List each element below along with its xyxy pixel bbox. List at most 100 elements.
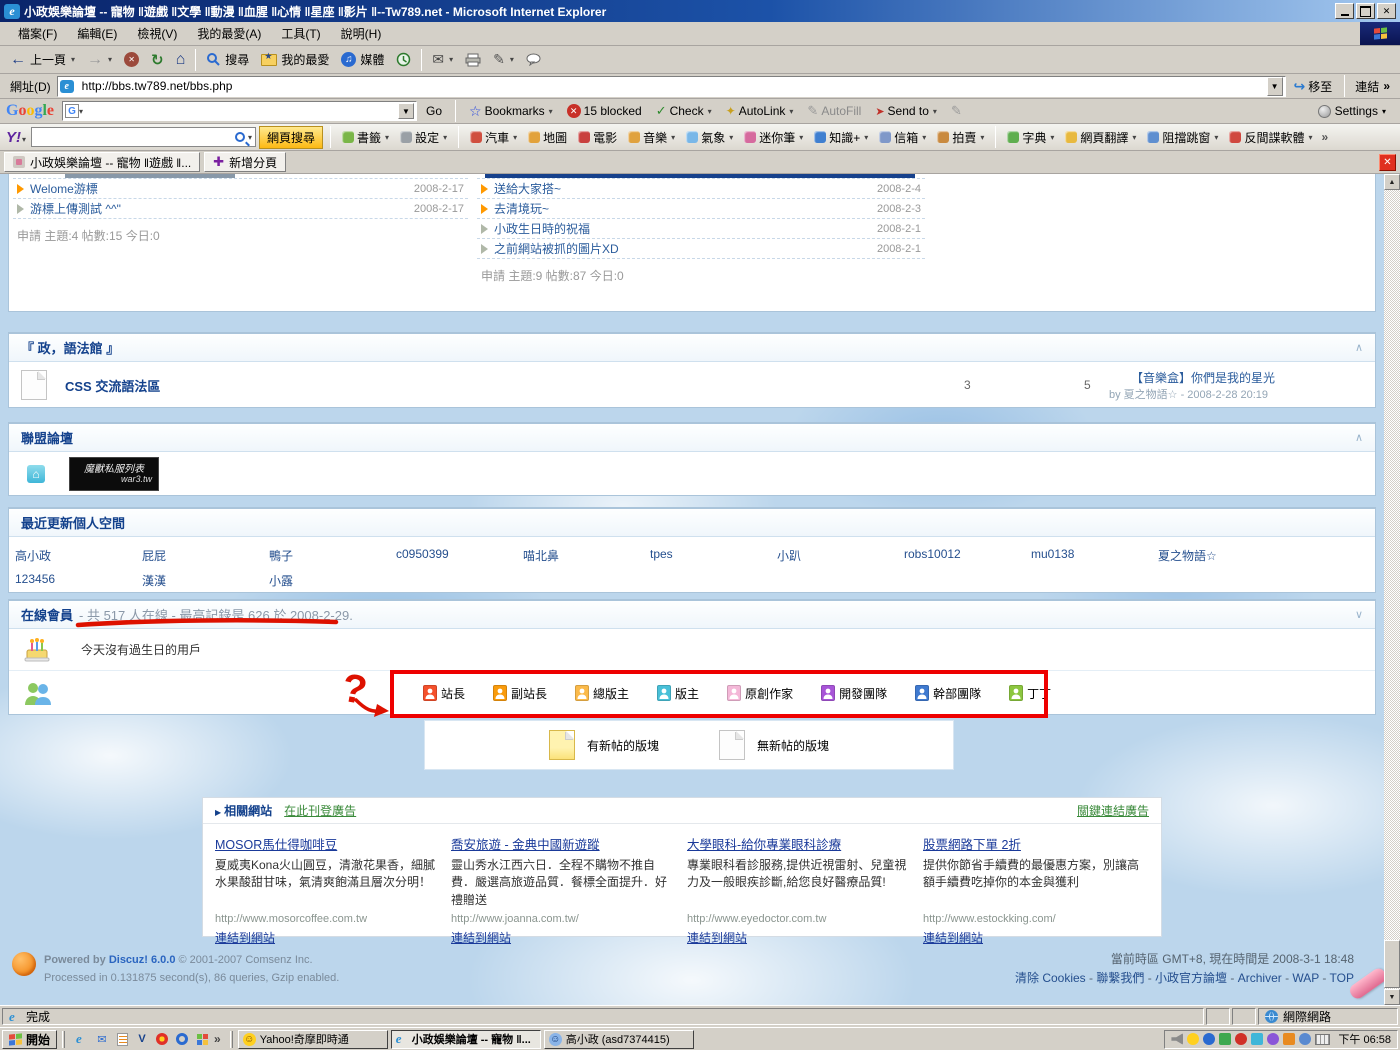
forward-button[interactable]	[81, 47, 118, 72]
space-user-link[interactable]: tpes	[650, 547, 777, 564]
start-button[interactable]: 開始	[2, 1030, 57, 1049]
google-settings-button[interactable]: Settings▾	[1318, 104, 1394, 118]
taskbar-task-messenger[interactable]: Yahoo!奇摩即時通	[238, 1030, 388, 1049]
official-forum-link[interactable]: 小政官方論壇	[1155, 971, 1227, 985]
yahoo-logo[interactable]: Y!	[6, 129, 26, 146]
search-button[interactable]: 搜尋	[200, 47, 255, 72]
yahoo-more-button[interactable]: »	[1321, 130, 1328, 144]
google-go-button[interactable]: Go	[421, 103, 447, 119]
yahoo-settings-button[interactable]: 設定	[396, 128, 451, 147]
space-user-link[interactable]: 夏之物語☆	[1158, 547, 1285, 564]
yahoo-web-search-button[interactable]: 網頁搜尋	[259, 126, 323, 149]
keyboard-language-icon[interactable]	[1315, 1034, 1330, 1045]
thread-link[interactable]: 之前網站被抓的圖片XD	[494, 240, 871, 257]
clear-cookies-link[interactable]: 清除 Cookies	[1015, 971, 1086, 985]
yahoo-antispyware-button[interactable]: 反間諜軟體	[1225, 128, 1316, 147]
publish-ad-link[interactable]: 在此刊登廣告	[284, 802, 356, 819]
print-button[interactable]	[459, 47, 487, 72]
forum-name-link[interactable]: CSS 交流語法區	[65, 376, 160, 395]
mail-button[interactable]	[426, 47, 459, 72]
collapse-icon[interactable]: ∧	[1355, 341, 1363, 354]
collapse-icon[interactable]: ∧	[1355, 431, 1363, 444]
messenger-button[interactable]	[520, 47, 547, 72]
quicklaunch-more-chevron[interactable]: »	[214, 1032, 221, 1046]
tray-icon-orange[interactable]	[1283, 1033, 1295, 1045]
collapse-icon[interactable]: ∨	[1355, 608, 1363, 621]
space-user-link[interactable]: 小露	[269, 572, 396, 589]
home-button[interactable]	[170, 47, 192, 72]
yahoo-auction-button[interactable]: 拍賣	[933, 128, 988, 147]
history-button[interactable]	[390, 47, 417, 72]
alliance-banner-link[interactable]: 魔獸私服列表 war3.tw	[69, 457, 159, 491]
yahoo-bookmarks-button[interactable]: 書籤	[338, 128, 393, 147]
stop-button[interactable]	[118, 47, 145, 72]
taskbar-task-chat[interactable]: 高小政 (asd7374415)	[544, 1030, 694, 1049]
yahoo-movies-button[interactable]: 電影	[574, 128, 621, 147]
refresh-button[interactable]	[145, 47, 170, 72]
favorites-button[interactable]: 我的最愛	[255, 47, 335, 72]
go-button[interactable]: 移至	[1286, 78, 1341, 95]
send-to-button[interactable]: Send to	[870, 103, 942, 119]
volume-tray-icon[interactable]	[1171, 1033, 1183, 1045]
thread-link[interactable]: 送給大家搭~	[494, 180, 871, 197]
thread-link[interactable]: Welome游標	[30, 180, 408, 197]
autofill-button[interactable]: AutoFill	[802, 102, 866, 120]
yahoo-minipen-button[interactable]: 迷你筆	[740, 128, 807, 147]
thread-link[interactable]: 游標上傳測試 ^^"	[30, 200, 408, 217]
spellcheck-button[interactable]: Check	[651, 102, 717, 120]
popup-blocker-button[interactable]: 15 blocked	[562, 103, 647, 119]
tray-icon-steel[interactable]	[1299, 1033, 1311, 1045]
vertical-scrollbar[interactable]: ▲ ▼	[1384, 174, 1400, 1005]
space-user-link[interactable]: 小趴	[777, 547, 904, 564]
new-tab-button[interactable]: ✚新增分頁	[204, 152, 286, 172]
space-user-link[interactable]: 漢漢	[142, 572, 269, 589]
yahoo-dictionary-button[interactable]: 字典	[1003, 128, 1058, 147]
links-button[interactable]: 連結»	[1349, 78, 1396, 95]
quicklaunch-mail-icon[interactable]: ✉	[94, 1031, 110, 1047]
last-post-title-link[interactable]: 【音樂盒】你們是我的星光	[1109, 369, 1384, 386]
keyword-ads-link[interactable]: 關鍵連結廣告	[1077, 802, 1149, 819]
minimize-button[interactable]	[1335, 3, 1354, 19]
discuz-link[interactable]: Discuz! 6.0.0	[109, 954, 176, 966]
space-user-link[interactable]: 123456	[15, 572, 142, 589]
yahoo-maps-button[interactable]: 地圖	[524, 128, 571, 147]
google-search-dropdown[interactable]: ▼	[398, 103, 414, 119]
quicklaunch-notes-icon[interactable]	[114, 1031, 130, 1047]
tray-icon-red[interactable]	[1235, 1033, 1247, 1045]
close-button[interactable]	[1377, 3, 1396, 19]
space-user-link[interactable]: 鴨子	[269, 547, 396, 564]
quicklaunch-grid-icon[interactable]	[194, 1031, 210, 1047]
thread-link[interactable]: 小政生日時的祝福	[494, 220, 871, 237]
top-link[interactable]: TOP	[1330, 971, 1354, 985]
taskbar-task-browser[interactable]: e小政娛樂論壇 -- 寵物 ‖...	[391, 1030, 541, 1049]
wap-link[interactable]: WAP	[1292, 971, 1319, 985]
ad-visit-link[interactable]: 連結到網站	[451, 931, 511, 945]
quicklaunch-shield-icon[interactable]: V	[134, 1031, 150, 1047]
quicklaunch-player-icon[interactable]	[174, 1031, 190, 1047]
autolink-button[interactable]: AutoLink	[721, 103, 799, 119]
ad-visit-link[interactable]: 連結到網站	[215, 931, 275, 945]
ad-visit-link[interactable]: 連結到網站	[687, 931, 747, 945]
back-button[interactable]: 上一頁	[4, 47, 81, 72]
scrollbar-thumb[interactable]	[1384, 940, 1400, 988]
thread-link[interactable]: 去清境玩~	[494, 200, 871, 217]
address-dropdown-button[interactable]: ▼	[1267, 77, 1283, 96]
yahoo-music-button[interactable]: 音樂	[624, 128, 679, 147]
tray-icon-blue[interactable]	[1203, 1033, 1215, 1045]
menu-tools[interactable]: 工具(T)	[271, 22, 330, 45]
media-button[interactable]: 媒體	[335, 47, 390, 72]
tabbar-close-button[interactable]: ✕	[1379, 154, 1396, 171]
menu-view[interactable]: 檢視(V)	[127, 22, 187, 45]
yahoo-knowledge-button[interactable]: 知識+	[810, 128, 872, 147]
menu-favorites[interactable]: 我的最愛(A)	[187, 22, 271, 45]
quicklaunch-ie-icon[interactable]: e	[74, 1031, 90, 1047]
space-user-link[interactable]: robs10012	[904, 547, 1031, 564]
messenger-tray-icon[interactable]	[1187, 1033, 1199, 1045]
quicklaunch-paint-icon[interactable]	[154, 1031, 170, 1047]
menu-help[interactable]: 說明(H)	[331, 22, 392, 45]
menu-edit[interactable]: 編輯(E)	[67, 22, 127, 45]
address-input[interactable]: e http://bbs.tw789.net/bbs.php ▼	[57, 76, 1286, 97]
space-user-link[interactable]: mu0138	[1031, 547, 1158, 564]
contact-us-link[interactable]: 聯繫我們	[1096, 971, 1144, 985]
space-user-link[interactable]: 屁屁	[142, 547, 269, 564]
